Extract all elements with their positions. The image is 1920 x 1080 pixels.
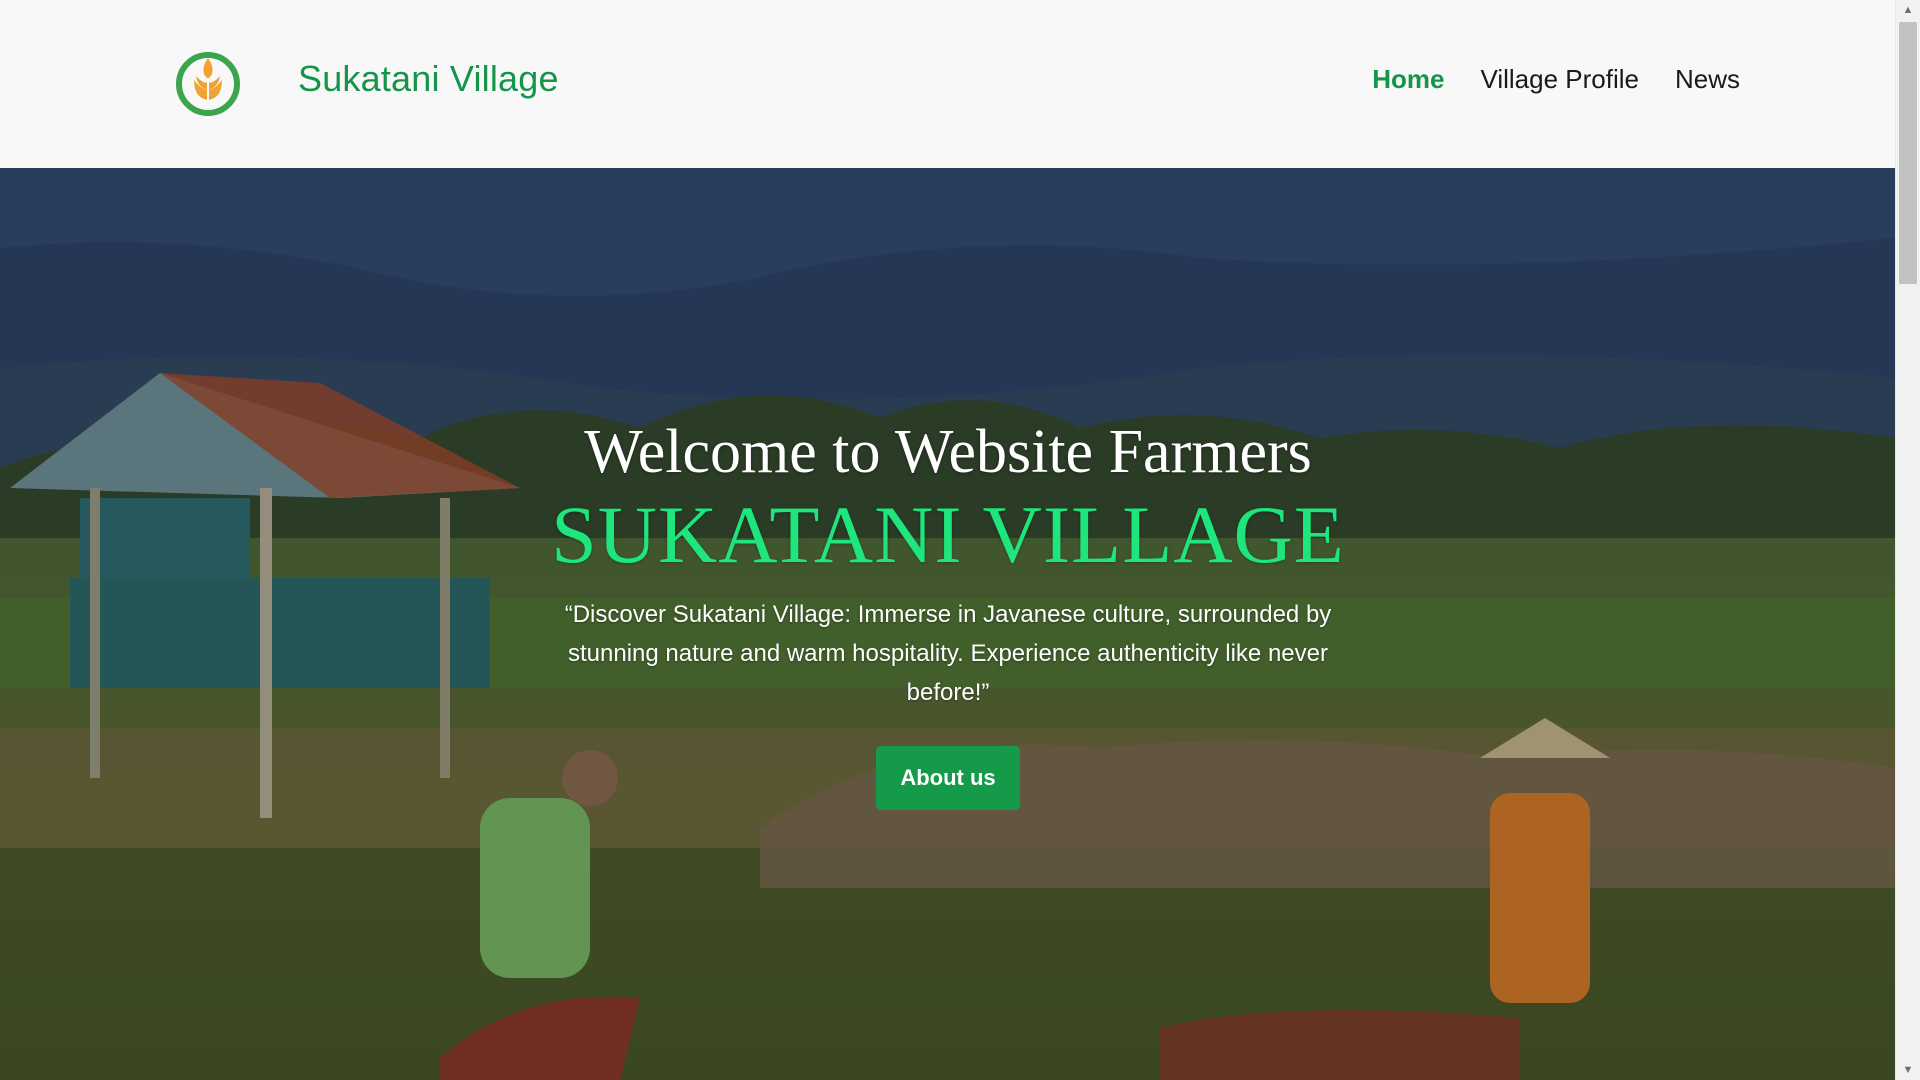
wheat-leaf-logo-icon[interactable]: [174, 50, 242, 118]
vertical-scrollbar[interactable]: ▲ ▼: [1895, 0, 1920, 1080]
hero-section: Welcome to Website Farmers SUKATANI VILL…: [0, 168, 1895, 1080]
arrow-up-icon[interactable]: ▲: [1896, 0, 1920, 20]
nav-item-news[interactable]: News: [1675, 64, 1740, 95]
hero-description: “Discover Sukatani Village: Immerse in J…: [564, 601, 1332, 706]
nav-item-village-profile[interactable]: Village Profile: [1480, 64, 1639, 95]
hero-title: Welcome to Website Farmers: [584, 418, 1312, 486]
brand-title[interactable]: Sukatani Village: [298, 58, 559, 100]
about-us-button[interactable]: About us: [876, 746, 1020, 810]
nav-item-home[interactable]: Home: [1372, 64, 1444, 95]
main-nav: Home Village Profile News: [1372, 64, 1740, 95]
hero-content: Welcome to Website Farmers SUKATANI VILL…: [530, 413, 1366, 810]
arrow-down-icon[interactable]: ▼: [1896, 1060, 1920, 1080]
hero-village-name: SUKATANI VILLAGE: [551, 489, 1345, 580]
page: Sukatani Village Home Village Profile Ne…: [0, 0, 1920, 1080]
scrollbar-thumb[interactable]: [1899, 22, 1917, 284]
site-header: Sukatani Village Home Village Profile Ne…: [0, 0, 1895, 168]
